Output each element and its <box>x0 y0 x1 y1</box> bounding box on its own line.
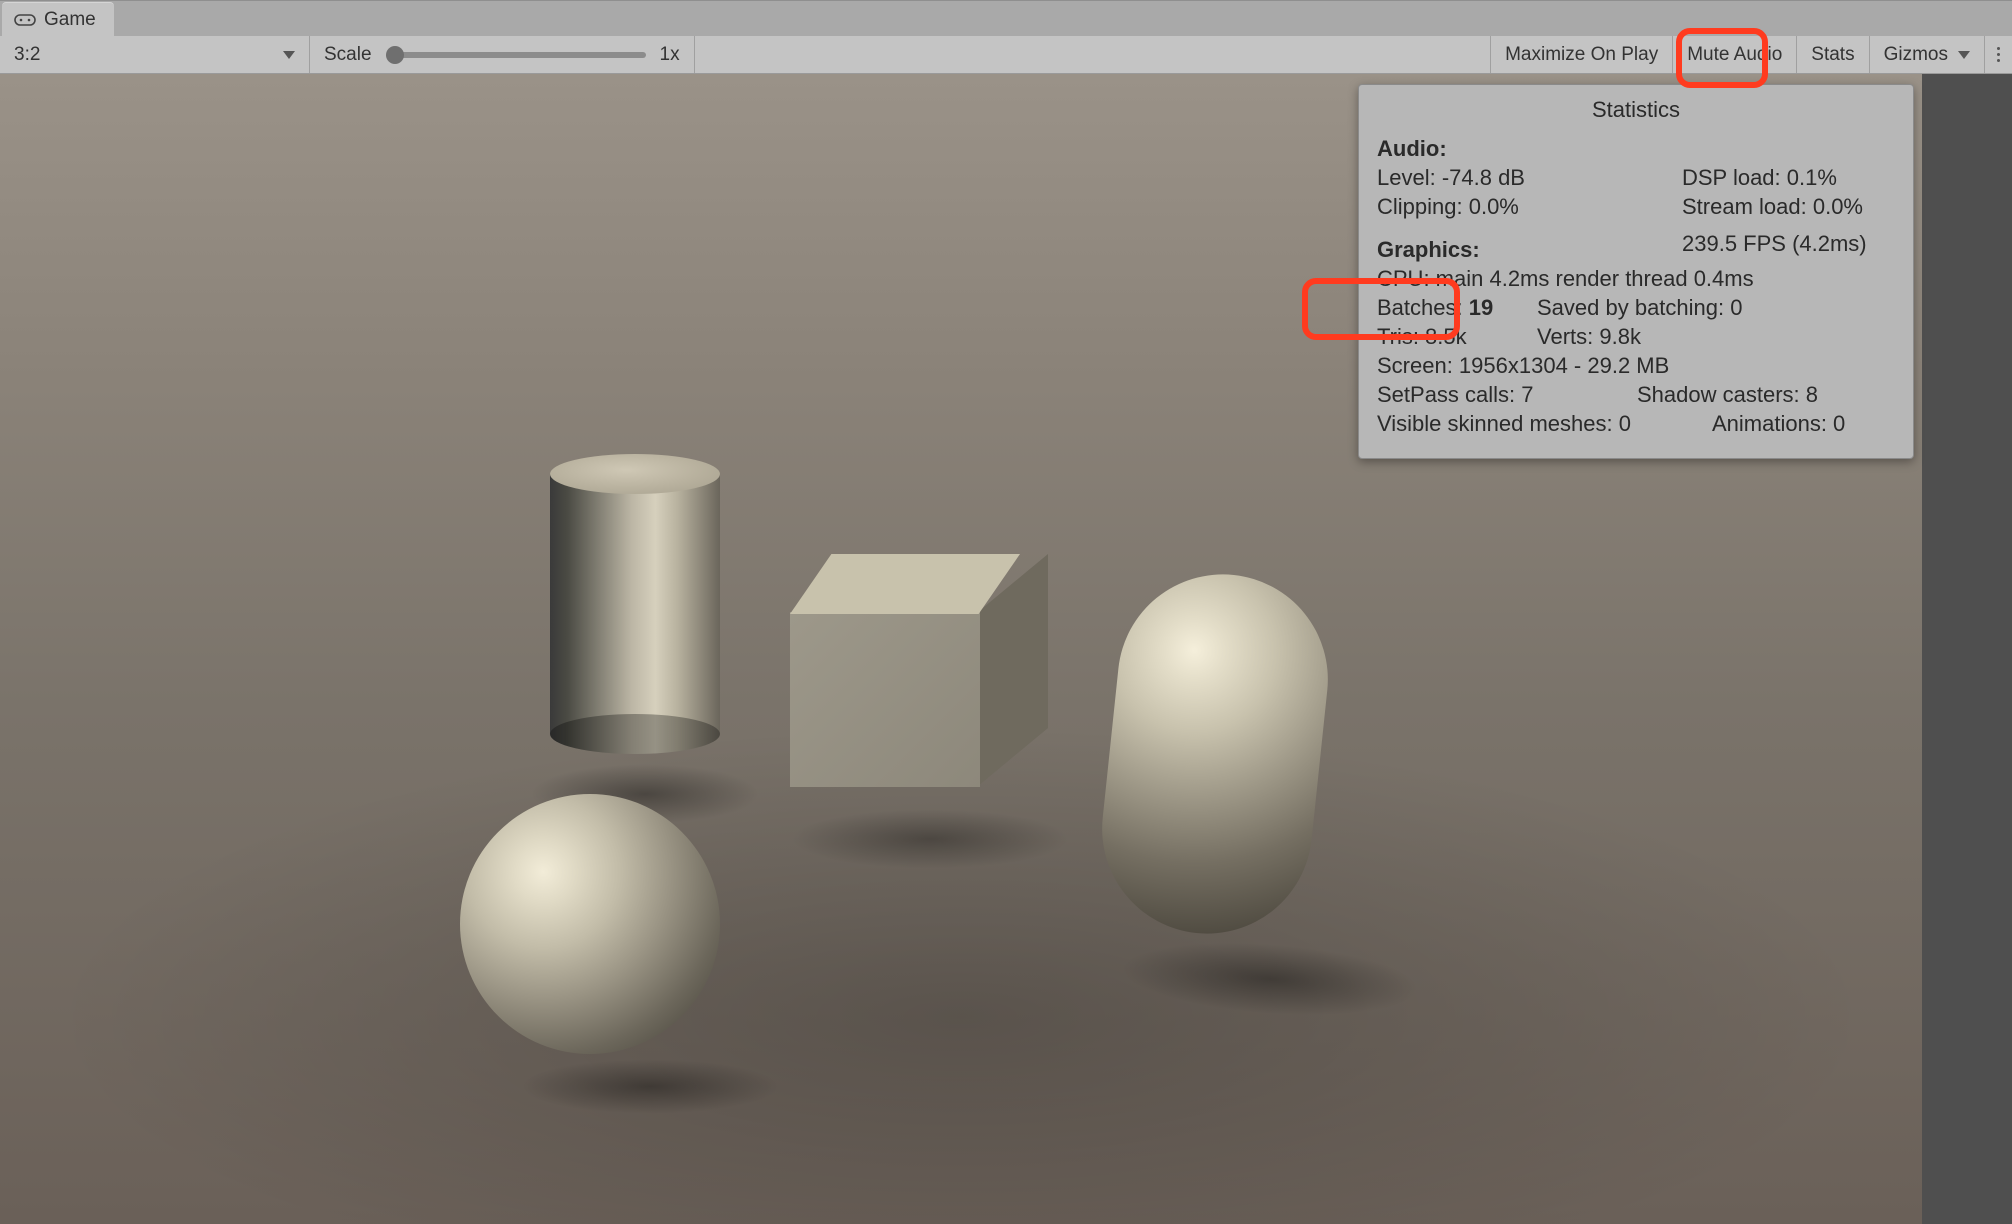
graphics-skinned: Visible skinned meshes: 0 <box>1377 409 1712 438</box>
graphics-anim: Animations: 0 <box>1712 409 1845 438</box>
mute-label: Mute Audio <box>1687 44 1782 66</box>
aspect-value: 3:2 <box>14 44 40 66</box>
cylinder-primitive <box>550 454 720 754</box>
toolbar: 3:2 Scale 1x Maximize On Play Mute Audio… <box>0 36 2012 74</box>
scale-slider[interactable] <box>386 52 646 58</box>
graphics-saved: Saved by batching: 0 <box>1537 293 1742 322</box>
audio-level: Level: -74.8 dB <box>1377 163 1682 192</box>
statistics-panel: Statistics Audio: Level: -74.8 dB DSP lo… <box>1358 84 1914 459</box>
capsule-primitive <box>1092 564 1338 944</box>
capsule-shadow <box>1118 934 1422 1025</box>
aspect-dropdown[interactable]: 3:2 <box>0 36 310 73</box>
tab-bar: Game <box>0 0 2012 36</box>
game-icon <box>14 12 36 28</box>
sphere-primitive <box>460 794 720 1054</box>
cube-shadow <box>790 809 1070 869</box>
graphics-header: Graphics: <box>1377 235 1682 264</box>
scale-label: Scale <box>324 44 372 66</box>
graphics-tris: Tris: 8.5k <box>1377 322 1537 351</box>
kebab-icon <box>1997 47 2000 62</box>
maximize-on-play-button[interactable]: Maximize On Play <box>1490 36 1672 73</box>
tab-label: Game <box>44 9 96 31</box>
slider-thumb[interactable] <box>386 46 404 64</box>
audio-clipping: Clipping: 0.0% <box>1377 192 1682 221</box>
maximize-label: Maximize On Play <box>1505 44 1658 66</box>
kebab-menu[interactable] <box>1984 36 2012 73</box>
stats-button[interactable]: Stats <box>1796 36 1868 73</box>
chevron-down-icon <box>283 51 295 59</box>
graphics-shadow: Shadow casters: 8 <box>1637 380 1818 409</box>
gizmos-dropdown[interactable]: Gizmos <box>1869 36 1984 73</box>
mute-audio-button[interactable]: Mute Audio <box>1672 36 1796 73</box>
audio-header: Audio: <box>1377 134 1895 163</box>
right-gutter <box>1922 74 2012 1224</box>
stats-title: Statistics <box>1377 95 1895 124</box>
sphere-shadow <box>520 1059 780 1114</box>
graphics-fps: 239.5 FPS (4.2ms) <box>1682 229 1867 264</box>
scale-value: 1x <box>660 44 680 66</box>
tab-game[interactable]: Game <box>2 2 114 36</box>
graphics-setpass: SetPass calls: 7 <box>1377 380 1637 409</box>
gizmos-label: Gizmos <box>1884 44 1948 66</box>
graphics-batches: Batches: 19 <box>1377 293 1537 322</box>
graphics-cpu: CPU: main 4.2ms render thread 0.4ms <box>1377 264 1895 293</box>
audio-stream: Stream load: 0.0% <box>1682 192 1863 221</box>
chevron-down-icon <box>1958 51 1970 59</box>
graphics-screen: Screen: 1956x1304 - 29.2 MB <box>1377 351 1895 380</box>
cube-primitive <box>790 554 1020 784</box>
audio-dsp: DSP load: 0.1% <box>1682 163 1837 192</box>
scale-group: Scale 1x <box>310 36 695 73</box>
graphics-verts: Verts: 9.8k <box>1537 322 1641 351</box>
stats-label: Stats <box>1811 44 1854 66</box>
